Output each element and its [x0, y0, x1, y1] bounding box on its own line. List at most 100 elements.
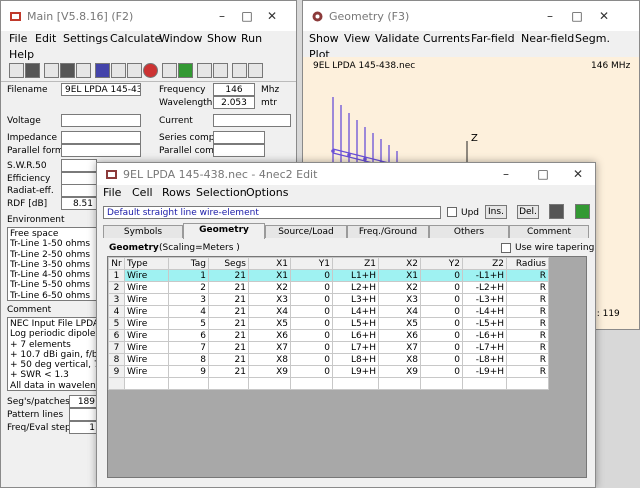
minimize-icon[interactable]: – [541, 7, 559, 25]
frequency-field[interactable]: 146 [213, 83, 255, 96]
table-cell[interactable]: Wire [124, 269, 169, 282]
tab-comment[interactable]: Comment [509, 225, 589, 238]
table-cell[interactable]: -L4+H [462, 305, 507, 318]
table-cell[interactable]: 5 [168, 317, 209, 330]
table-cell[interactable] [290, 377, 333, 390]
table-cell[interactable]: R [506, 293, 549, 306]
table-cell[interactable] [506, 377, 549, 390]
sweep-icon[interactable] [197, 63, 212, 78]
row-number[interactable]: 4 [108, 305, 125, 318]
table-cell[interactable]: 0 [290, 365, 333, 378]
menu-calculate[interactable]: Calculate [110, 32, 161, 45]
table-cell[interactable]: 9 [168, 365, 209, 378]
menu-validate[interactable]: Validate [375, 32, 419, 45]
table-cell[interactable]: 0 [290, 317, 333, 330]
table-cell[interactable]: Wire [124, 305, 169, 318]
menu-rows[interactable]: Rows [162, 186, 191, 199]
table-cell[interactable]: X6 [248, 329, 291, 342]
table-cell[interactable]: R [506, 269, 549, 282]
column-header[interactable]: Y2 [420, 257, 463, 270]
table-cell[interactable]: R [506, 365, 549, 378]
table-cell[interactable] [168, 377, 209, 390]
table-cell[interactable]: R [506, 305, 549, 318]
smith-icon[interactable] [127, 63, 142, 78]
table-cell[interactable]: 0 [290, 341, 333, 354]
table-cell[interactable]: 0 [290, 281, 333, 294]
menu-segm[interactable]: Segm. [575, 32, 610, 45]
row-number[interactable]: 2 [108, 281, 125, 294]
table-cell[interactable]: L8+H [332, 353, 379, 366]
menu-currents[interactable]: Currents [423, 32, 470, 45]
column-header[interactable]: Z2 [462, 257, 507, 270]
edit-icon[interactable] [44, 63, 59, 78]
tab-source-load[interactable]: Source/Load [265, 225, 347, 238]
table-cell[interactable]: 21 [208, 305, 249, 318]
table-cell[interactable] [108, 377, 125, 390]
table-cell[interactable]: X4 [378, 305, 421, 318]
table-cell[interactable]: L6+H [332, 329, 379, 342]
maximize-icon[interactable]: □ [238, 7, 256, 25]
close-icon[interactable]: ✕ [263, 7, 281, 25]
table-cell[interactable]: 1 [168, 269, 209, 282]
table-cell[interactable]: 6 [168, 329, 209, 342]
table-cell[interactable]: R [506, 353, 549, 366]
table-cell[interactable]: L3+H [332, 293, 379, 306]
table-cell[interactable]: 0 [290, 305, 333, 318]
table-cell[interactable]: L1+H [332, 269, 379, 282]
table-cell[interactable]: 0 [420, 281, 463, 294]
row-number[interactable]: 1 [108, 269, 125, 282]
close-icon[interactable]: ✕ [595, 7, 613, 25]
table-cell[interactable]: X1 [378, 269, 421, 282]
row-number[interactable]: 6 [108, 329, 125, 342]
table-cell[interactable]: X2 [378, 281, 421, 294]
menu-file[interactable]: File [9, 32, 27, 45]
table-cell[interactable]: R [506, 329, 549, 342]
table-cell[interactable]: X6 [378, 329, 421, 342]
row-number[interactable]: 8 [108, 353, 125, 366]
table-cell[interactable]: -L5+H [462, 317, 507, 330]
table-cell[interactable]: L4+H [332, 305, 379, 318]
menu-cell[interactable]: Cell [132, 186, 153, 199]
table-cell[interactable]: Wire [124, 365, 169, 378]
column-header[interactable]: Type [124, 257, 169, 270]
table-cell[interactable]: -L1+H [462, 269, 507, 282]
notepad-icon[interactable] [178, 63, 193, 78]
table-cell[interactable]: 0 [420, 317, 463, 330]
table-row[interactable]: 4 Wire 4 21 X4 0 L4+H X4 0 -L4+H R [108, 305, 549, 318]
table-cell[interactable]: -L7+H [462, 341, 507, 354]
table-cell[interactable]: L2+H [332, 281, 379, 294]
element-type-field[interactable]: Default straight line wire-element [103, 206, 441, 219]
column-header[interactable]: X1 [248, 257, 291, 270]
column-header[interactable]: Z1 [332, 257, 379, 270]
run-nec-icon[interactable] [575, 204, 590, 219]
table-cell[interactable] [378, 377, 421, 390]
table-cell[interactable]: 0 [420, 329, 463, 342]
table-cell[interactable]: 0 [420, 341, 463, 354]
table-cell[interactable]: 21 [208, 293, 249, 306]
table-cell[interactable]: 3 [168, 293, 209, 306]
table-cell[interactable]: 7 [168, 341, 209, 354]
column-header[interactable]: Radius [506, 257, 549, 270]
maximize-icon[interactable]: □ [534, 165, 552, 183]
row-number[interactable]: 3 [108, 293, 125, 306]
table-cell[interactable]: Wire [124, 353, 169, 366]
table-cell[interactable]: X2 [248, 281, 291, 294]
maximize-icon[interactable]: □ [568, 7, 586, 25]
table-cell[interactable]: X5 [248, 317, 291, 330]
table-row[interactable]: 9 Wire 9 21 X9 0 L9+H X9 0 -L9+H R [108, 365, 549, 378]
menu-window[interactable]: Window [159, 32, 202, 45]
column-header[interactable]: Segs [208, 257, 249, 270]
table-cell[interactable]: X8 [378, 353, 421, 366]
table-cell[interactable]: -L9+H [462, 365, 507, 378]
table-cell[interactable]: X8 [248, 353, 291, 366]
tab-geometry[interactable]: Geometry [183, 223, 265, 239]
save-icon[interactable] [549, 204, 564, 219]
table-row[interactable]: 2 Wire 2 21 X2 0 L2+H X2 0 -L2+H R [108, 281, 549, 294]
menu-show[interactable]: Show [309, 32, 339, 45]
table-cell[interactable]: 21 [208, 317, 249, 330]
table-cell[interactable]: 0 [420, 365, 463, 378]
edit-titlebar[interactable]: 9EL LPDA 145-438.nec - 4nec2 Edit – □ ✕ [97, 163, 595, 185]
table-cell[interactable]: Wire [124, 293, 169, 306]
table-cell[interactable]: 8 [168, 353, 209, 366]
table-row[interactable]: 3 Wire 3 21 X3 0 L3+H X3 0 -L3+H R [108, 293, 549, 306]
